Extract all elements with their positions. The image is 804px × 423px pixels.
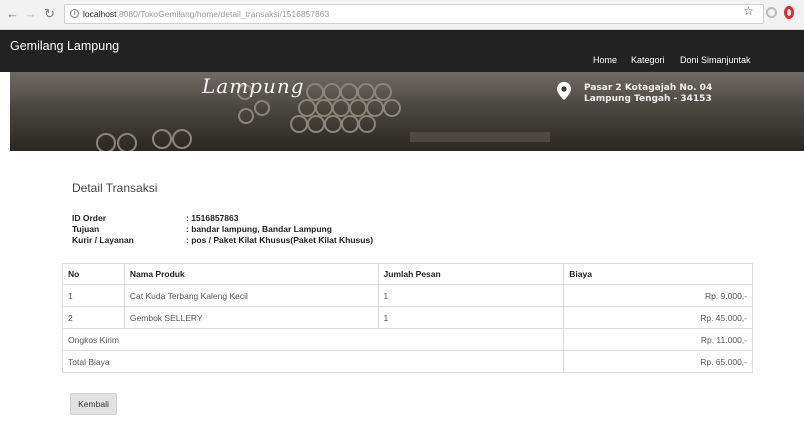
cell-cost: Rp. 9.000,- bbox=[563, 284, 753, 307]
cell-qty: 1 bbox=[377, 306, 565, 329]
banner-script-text: Lampung bbox=[202, 74, 305, 98]
reload-icon[interactable]: ↻ bbox=[44, 6, 55, 22]
location-pin-icon bbox=[557, 82, 571, 100]
store-address: Pasar 2 Kotagajah No. 04 Lampung Tengah … bbox=[584, 83, 712, 105]
cell-no: 2 bbox=[62, 306, 125, 329]
courier-value: : pos / Paket Kilat Khusus(Paket Kilat K… bbox=[186, 235, 374, 245]
header-cost: Biaya bbox=[563, 263, 753, 285]
table-header-row: No Nama Produk Jumlah Pesan Biaya bbox=[62, 263, 753, 285]
info-icon[interactable]: i bbox=[70, 9, 79, 18]
nav-kategori[interactable]: Kategori bbox=[631, 55, 665, 65]
forward-arrow-icon[interactable]: → bbox=[24, 6, 37, 22]
opera-icon[interactable] bbox=[784, 6, 794, 19]
cell-product: Cat Kuda Terbang Kaleng Kecil bbox=[123, 284, 379, 307]
order-info: ID Order : 1516857863 Tujuan : bandar la… bbox=[72, 213, 472, 246]
total-label: Total Biaya bbox=[61, 350, 565, 373]
courier-row: Kurir / Layanan : pos / Paket Kilat Khus… bbox=[72, 235, 472, 246]
page-title: Detail Transaksi bbox=[72, 181, 158, 195]
url-host: localhost bbox=[83, 9, 117, 19]
url-path: :8080/TokoGemilang/home/detail_transaksi… bbox=[116, 9, 330, 19]
shipping-cost: Rp. 11.000,- bbox=[563, 328, 753, 351]
shipping-label: Ongkos Kirim bbox=[61, 328, 565, 351]
header-qty: Jumlah Pesan bbox=[377, 263, 565, 285]
order-id-value: : 1516857863 bbox=[186, 213, 239, 223]
table-row: 2 Gembok SELLERY 1 Rp. 45.000,- bbox=[62, 306, 753, 329]
order-id-row: ID Order : 1516857863 bbox=[72, 213, 472, 224]
extension-icon[interactable] bbox=[766, 7, 777, 18]
hero-banner: Lampung Pasar 2 Kotagajah No. 04 Lampung… bbox=[10, 72, 804, 151]
back-arrow-icon[interactable]: ← bbox=[6, 6, 19, 22]
address-line-1: Pasar 2 Kotagajah No. 04 bbox=[584, 83, 713, 93]
cell-no: 1 bbox=[62, 284, 125, 307]
nav-user[interactable]: Doni Simanjuntak bbox=[680, 55, 751, 65]
total-row: Total Biaya Rp. 65.000,- bbox=[61, 350, 753, 373]
cell-cost: Rp. 45.000,- bbox=[563, 306, 753, 329]
cell-product: Gembok SELLERY bbox=[123, 306, 379, 329]
table-row: 1 Cat Kuda Terbang Kaleng Kecil 1 Rp. 9.… bbox=[62, 284, 753, 307]
site-navbar: Gemilang Lampung Home Kategori Doni Sima… bbox=[0, 30, 804, 72]
order-id-label: ID Order bbox=[72, 213, 107, 223]
bookmark-star-icon[interactable]: ☆ bbox=[743, 4, 754, 18]
total-cost: Rp. 65.000,- bbox=[563, 350, 753, 373]
cell-qty: 1 bbox=[377, 284, 565, 307]
courier-label: Kurir / Layanan bbox=[72, 235, 134, 245]
site-brand[interactable]: Gemilang Lampung bbox=[10, 39, 119, 53]
address-line-2: Lampung Tengah - 34153 bbox=[584, 94, 712, 104]
header-product: Nama Produk bbox=[123, 263, 379, 285]
nav-home[interactable]: Home bbox=[593, 55, 617, 65]
transaction-table: No Nama Produk Jumlah Pesan Biaya 1 Cat … bbox=[61, 263, 753, 373]
destination-row: Tujuan : bandar lampung, Bandar Lampung bbox=[72, 224, 472, 235]
back-button[interactable]: Kembali bbox=[70, 393, 117, 415]
destination-value: : bandar lampung, Bandar Lampung bbox=[186, 224, 332, 234]
header-no: No bbox=[62, 263, 125, 285]
shipping-row: Ongkos Kirim Rp. 11.000,- bbox=[61, 328, 753, 351]
address-bar[interactable]: i localhost:8080/TokoGemilang/home/detai… bbox=[64, 4, 764, 24]
browser-toolbar: ← → ↻ i localhost:8080/TokoGemilang/home… bbox=[0, 0, 804, 30]
destination-label: Tujuan bbox=[72, 224, 100, 234]
